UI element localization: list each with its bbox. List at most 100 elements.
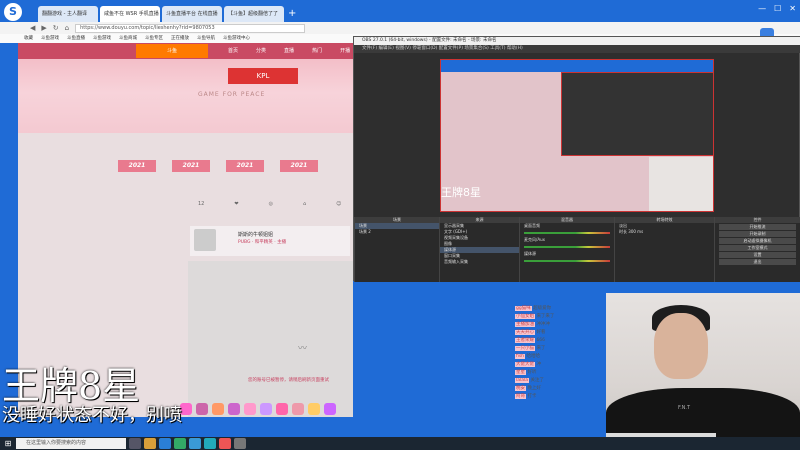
gift-icon[interactable] bbox=[260, 403, 272, 415]
event-badge[interactable]: 2021 bbox=[118, 160, 156, 172]
minimize-icon[interactable]: — bbox=[758, 4, 766, 13]
nav-item[interactable]: 分类 bbox=[256, 43, 266, 59]
smile-icon[interactable]: ☺ bbox=[336, 201, 341, 207]
chat-line[interactable]: 大佬大佬 冲 bbox=[515, 361, 605, 369]
bookmark-item[interactable]: 斗鱼直播 bbox=[67, 34, 85, 43]
anchor-name[interactable]: 斯斯的牛顿姐姐 bbox=[238, 231, 273, 238]
exit-button[interactable]: 退出 bbox=[719, 259, 796, 265]
chat-text: 晚上好 bbox=[527, 386, 541, 391]
obs-menu[interactable]: 文件(F) 编辑(E) 视图(V) 停靠窗口(D) 配置文件(P) 场景集合(S… bbox=[354, 45, 800, 53]
chat-line[interactable]: 星星 好听 bbox=[515, 369, 605, 377]
chat-line[interactable]: 一只小猫 来了 bbox=[515, 345, 605, 353]
chat-text: 哈哈哈 bbox=[526, 354, 540, 359]
volume-meter[interactable] bbox=[524, 246, 610, 248]
bookmark-item[interactable]: 斗鱼游戏 bbox=[41, 34, 59, 43]
nav-item[interactable]: 首页 bbox=[228, 43, 238, 59]
preview-webcam bbox=[649, 157, 713, 211]
bookmark-item[interactable]: 斗鱼商城 bbox=[119, 34, 137, 43]
chat-line[interactable]: 小仙女姐 来了来了 bbox=[515, 313, 605, 321]
scene-item[interactable]: 场景 2 bbox=[355, 229, 439, 235]
bookmark-item[interactable]: 斗鱼导航 bbox=[197, 34, 215, 43]
gift-icon[interactable] bbox=[244, 403, 256, 415]
app-icon[interactable] bbox=[189, 438, 201, 449]
start-button[interactable]: ⊞ bbox=[0, 437, 16, 450]
nav-item[interactable]: 热门 bbox=[312, 43, 322, 59]
chat-line[interactable]: lalala 关注了 bbox=[515, 377, 605, 385]
event-badge[interactable]: 2021 bbox=[226, 160, 264, 172]
source-item[interactable]: 音频输入采集 bbox=[440, 259, 519, 265]
bookmark-item[interactable]: 斗鱼游戏中心 bbox=[223, 34, 250, 43]
tab-3[interactable]: 斗鱼直播平台 在线直播 bbox=[162, 6, 222, 22]
chat-user: 阿哥 bbox=[515, 394, 526, 399]
taskbar-search[interactable]: 在这里输入你要搜索的内容 bbox=[16, 438, 126, 449]
heart-icon[interactable]: ❤ bbox=[234, 201, 238, 207]
obs-window: OBS 27.0.1 (64-bit, windows) - 配置文件: 未命名… bbox=[353, 36, 800, 282]
obs-taskbar-icon[interactable] bbox=[234, 438, 246, 449]
url-input[interactable]: https://www.douyu.com/topic/lieshenhy?ri… bbox=[75, 23, 306, 33]
file-explorer-icon[interactable] bbox=[144, 438, 156, 449]
loading-icon: 〰 bbox=[298, 344, 308, 354]
gift-icon[interactable] bbox=[308, 403, 320, 415]
virtual-camera-button[interactable]: 启动虚拟摄像机 bbox=[719, 238, 796, 244]
refresh-icon[interactable]: ↻ bbox=[53, 24, 59, 32]
bookmark-item[interactable]: 斗鱼专区 bbox=[145, 34, 163, 43]
new-tab-button[interactable]: + bbox=[288, 6, 296, 22]
obs-title: OBS 27.0.1 (64-bit, windows) - 配置文件: 未命名… bbox=[354, 37, 800, 45]
gift-icon[interactable] bbox=[292, 403, 304, 415]
avatar[interactable] bbox=[194, 229, 216, 251]
task-view-icon[interactable] bbox=[129, 438, 141, 449]
nav-item[interactable]: 开播 bbox=[340, 43, 350, 59]
chat-line[interactable]: gg猫咪 超级爱你 bbox=[515, 305, 605, 313]
close-icon[interactable]: ✕ bbox=[789, 4, 796, 13]
obs-preview[interactable]: 王牌8星 bbox=[440, 59, 714, 212]
gift-icon[interactable] bbox=[212, 403, 224, 415]
transition-duration[interactable]: 时长 300 ms bbox=[615, 229, 714, 235]
target-icon[interactable]: ◎ bbox=[269, 201, 273, 207]
event-badge[interactable]: 2021 bbox=[172, 160, 210, 172]
chat-user: 大佬大佬 bbox=[515, 362, 535, 367]
home-icon[interactable]: ⌂ bbox=[303, 201, 306, 207]
back-icon[interactable]: ◀ bbox=[30, 24, 35, 32]
browser-logo-icon[interactable]: S bbox=[4, 3, 22, 21]
chat-line[interactable]: 天天开心 好看 bbox=[515, 329, 605, 337]
gift-icon[interactable] bbox=[228, 403, 240, 415]
preview-watermark: 王牌8星 bbox=[441, 186, 481, 199]
tab-4[interactable]: 【斗鱼】超级翻倍了了 bbox=[224, 6, 284, 22]
nav-item[interactable]: 直播 bbox=[284, 43, 294, 59]
bookmark-item[interactable]: 收藏 bbox=[24, 34, 33, 43]
home-icon[interactable]: ⌂ bbox=[65, 24, 69, 32]
app-icon[interactable] bbox=[219, 438, 231, 449]
bookmark-item[interactable]: 斗鱼游戏 bbox=[93, 34, 111, 43]
chat-user: lalala bbox=[515, 378, 530, 383]
tab-1[interactable]: 翻翻游戏 - 主人翻译 bbox=[38, 6, 98, 22]
chat-line[interactable]: 阿哥 打卡 bbox=[515, 393, 605, 401]
video-player[interactable] bbox=[188, 261, 353, 417]
tab-2[interactable]: 咸鱼不在 WSR 手机直播 bbox=[100, 6, 160, 22]
chat-line[interactable]: fish 哈哈哈 bbox=[515, 353, 605, 361]
chat-line[interactable]: 王者荣耀 666 bbox=[515, 337, 605, 345]
browser-360-icon[interactable] bbox=[174, 438, 186, 449]
gift-icon[interactable] bbox=[276, 403, 288, 415]
douyu-logo[interactable]: 斗鱼 bbox=[136, 44, 208, 58]
volume-meter[interactable] bbox=[524, 260, 610, 262]
gift-icon[interactable] bbox=[196, 403, 208, 415]
settings-button[interactable]: 设置 bbox=[719, 252, 796, 258]
chat-text: 好看 bbox=[536, 330, 546, 335]
volume-meter[interactable] bbox=[524, 232, 610, 234]
forward-icon[interactable]: ▶ bbox=[41, 24, 46, 32]
anchor-subtitle: PUBG · 和平精英 · 主播 bbox=[238, 240, 287, 245]
maximize-icon[interactable]: ☐ bbox=[774, 4, 781, 13]
studio-mode-button[interactable]: 工作室模式 bbox=[719, 245, 796, 251]
stat-count: 12 bbox=[198, 201, 205, 207]
event-badge[interactable]: 2021 bbox=[280, 160, 318, 172]
gift-icon[interactable] bbox=[324, 403, 336, 415]
chat-line[interactable]: 晚安 晚上好 bbox=[515, 385, 605, 393]
chat-user: 一只小猫 bbox=[515, 346, 535, 351]
bookmark-item[interactable]: 正在播放 bbox=[171, 34, 189, 43]
start-streaming-button[interactable]: 开始推流 bbox=[719, 224, 796, 230]
chat-line[interactable]: 主播加油 冲冲冲 bbox=[515, 321, 605, 329]
chat-text: 冲冲冲 bbox=[536, 322, 550, 327]
start-recording-button[interactable]: 开始录制 bbox=[719, 231, 796, 237]
edge-icon[interactable] bbox=[159, 438, 171, 449]
app-icon[interactable] bbox=[204, 438, 216, 449]
